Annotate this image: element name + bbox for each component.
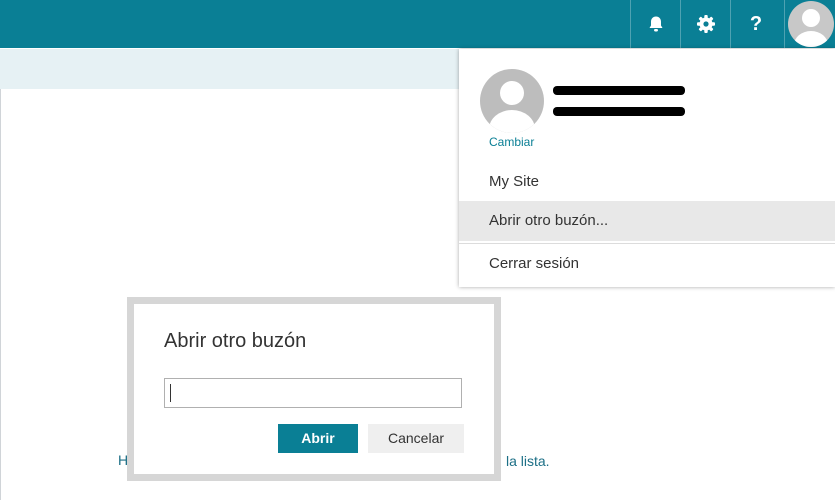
bell-icon (649, 16, 663, 32)
redacted-user-name (553, 86, 685, 95)
dialog-title: Abrir otro buzón (164, 330, 307, 352)
background-link[interactable]: la lista. (506, 453, 550, 469)
help-icon: ? (749, 13, 763, 35)
change-photo-link[interactable]: Cambiar (489, 135, 534, 149)
account-avatar (480, 69, 544, 133)
gear-icon (697, 15, 715, 33)
account-menu: Cambiar My Site Abrir otro buzón... Cerr… (459, 49, 835, 287)
redacted-user-email (553, 107, 685, 116)
menu-item-sign-out[interactable]: Cerrar sesión (459, 243, 835, 283)
help-button[interactable]: ? (730, 0, 781, 48)
mailbox-input[interactable] (164, 378, 462, 408)
content-border (0, 89, 1, 500)
avatar (787, 1, 834, 47)
account-avatar-button[interactable] (784, 0, 835, 48)
top-bar: ? (0, 0, 835, 48)
notifications-button[interactable] (630, 0, 681, 48)
open-mailbox-dialog: Abrir otro buzón Abrir Cancelar (134, 304, 494, 474)
open-button[interactable]: Abrir (278, 424, 358, 453)
settings-button[interactable] (680, 0, 731, 48)
cancel-button[interactable]: Cancelar (368, 424, 464, 453)
menu-item-my-site[interactable]: My Site (459, 162, 835, 202)
menu-item-open-other-mailbox[interactable]: Abrir otro buzón... (459, 201, 835, 241)
text-caret (170, 384, 171, 402)
